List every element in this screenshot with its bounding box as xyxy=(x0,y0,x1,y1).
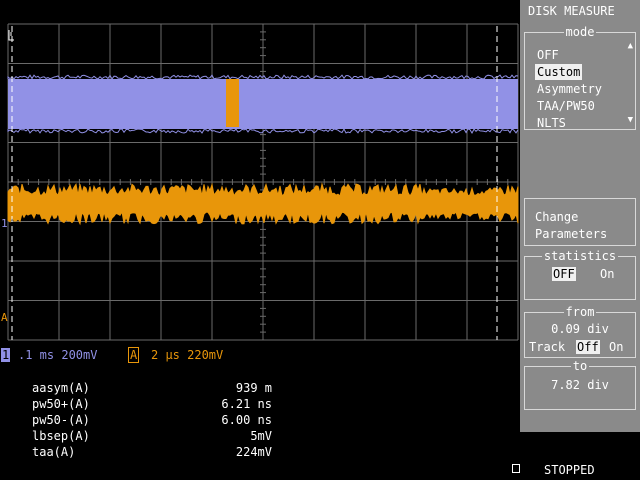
menu-title: DISK MEASURE xyxy=(528,4,615,18)
change-parameters-button[interactable]: Change Parameters xyxy=(524,198,636,246)
channel-1-badge: 1 xyxy=(1,348,11,362)
to-cursor-box[interactable]: to 7.82 div xyxy=(524,359,636,410)
track-off-option[interactable]: Off xyxy=(576,340,600,354)
acquisition-status: STOPPED xyxy=(544,463,595,477)
track-on-option[interactable]: On xyxy=(609,339,623,355)
channel-a-ground-marker: A xyxy=(1,311,8,324)
zoom-window-marker xyxy=(226,79,239,127)
channel-a-indicator[interactable]: A xyxy=(128,347,140,363)
statistics-on-option[interactable]: On xyxy=(600,266,614,282)
measurement-value: 5mV xyxy=(250,429,272,443)
measurement-name: pw50-(A) xyxy=(32,413,90,427)
track-label: Track xyxy=(529,340,566,354)
to-value: 7.82 div xyxy=(551,378,609,392)
from-label: from xyxy=(563,305,597,319)
channel-1-indicator[interactable]: 1 xyxy=(1,347,11,363)
from-value: 0.09 div xyxy=(551,322,609,336)
change-parameters-line1: Change xyxy=(535,210,579,224)
measurement-value: 6.21 ns xyxy=(221,397,272,411)
measurement-name: pw50+(A) xyxy=(32,397,90,411)
channel-a-badge: A xyxy=(128,347,140,363)
mode-menu-box[interactable]: mode OFF Custom Asymmetry TAA/PW50 NLTS … xyxy=(524,25,636,131)
status-square-icon xyxy=(512,464,520,473)
scroll-down-icon[interactable]: ▼ xyxy=(628,115,633,125)
to-label: to xyxy=(570,359,590,373)
mode-label: mode xyxy=(563,25,597,39)
measurement-value: 939 m xyxy=(235,381,272,395)
mode-option-custom[interactable]: Custom xyxy=(535,64,583,80)
waveform-display[interactable]: 1 A xyxy=(0,0,520,346)
statistics-off-option[interactable]: OFF xyxy=(552,267,576,281)
measurement-value: 224mV xyxy=(235,445,272,459)
channel-a-scale: 2 µs 220mV xyxy=(151,348,224,362)
mode-option-nlts[interactable]: NLTS xyxy=(535,115,568,131)
mode-option-off[interactable]: OFF xyxy=(535,47,561,63)
scroll-up-icon[interactable]: ▲ xyxy=(628,41,633,51)
change-parameters-line2: Parameters xyxy=(535,227,608,241)
mode-option-taa-pw50[interactable]: TAA/PW50 xyxy=(535,98,597,114)
channel-1-ground-marker: 1 xyxy=(1,217,8,230)
measurement-name: lbsep(A) xyxy=(32,429,90,443)
trace-channel-1 xyxy=(8,79,518,129)
statistics-box[interactable]: statistics OFF On xyxy=(524,249,636,300)
channel-1-scale: .1 ms 200mV xyxy=(18,348,98,362)
measurement-value: 6.00 ns xyxy=(221,413,272,427)
statistics-label: statistics xyxy=(541,249,619,263)
display-background xyxy=(0,0,520,346)
from-cursor-box[interactable]: from 0.09 div Track Off On xyxy=(524,305,636,358)
measurement-name: aasym(A) xyxy=(32,381,90,395)
measurement-name: taa(A) xyxy=(32,445,76,459)
mode-option-asymmetry[interactable]: Asymmetry xyxy=(535,81,604,97)
